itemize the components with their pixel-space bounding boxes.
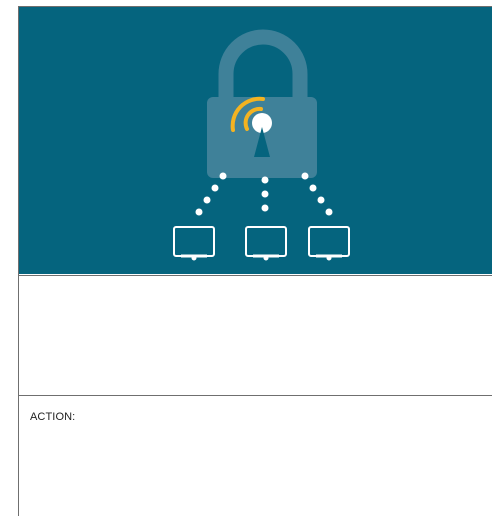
illustration-banner (19, 7, 492, 274)
monitor-icon (245, 226, 287, 261)
monitor-icon (308, 226, 350, 261)
monitor-icon (173, 226, 215, 261)
connection-dots-middle (261, 176, 269, 212)
action-label: ACTION: (30, 411, 76, 423)
security-illustration (173, 29, 350, 261)
connection-dots-right (301, 172, 333, 216)
padlock-shackle (218, 29, 308, 100)
blank-section (19, 276, 492, 394)
section-divider (19, 395, 492, 396)
connection-dots-left (195, 172, 227, 216)
card: ACTION: (18, 6, 492, 516)
